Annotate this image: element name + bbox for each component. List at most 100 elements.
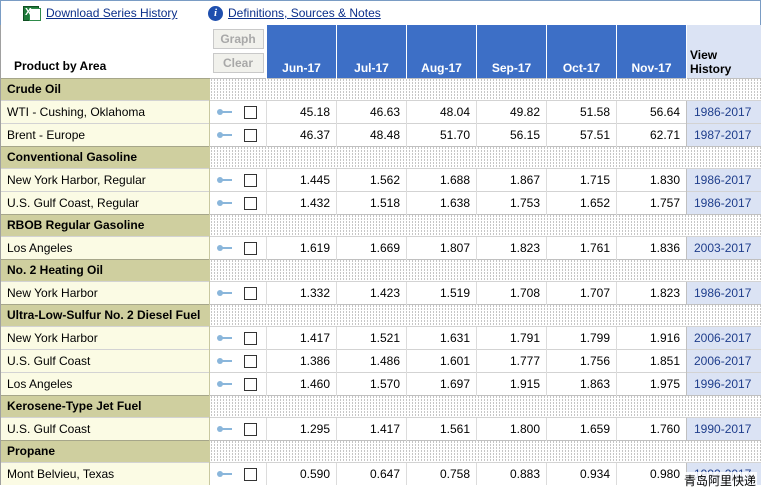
price-value: 1.669: [336, 235, 407, 259]
area-label: Los Angeles: [0, 371, 210, 395]
series-checkbox[interactable]: [244, 241, 257, 255]
key-icon[interactable]: [217, 176, 233, 183]
view-history-link[interactable]: 1986-2017: [686, 99, 761, 123]
key-icon[interactable]: [217, 470, 233, 477]
series-checkbox[interactable]: [244, 354, 257, 368]
view-history-link[interactable]: 1990-2017: [686, 416, 761, 440]
category-label: Crude Oil: [0, 77, 210, 100]
series-checkbox[interactable]: [244, 377, 257, 391]
price-value: 48.04: [406, 99, 477, 123]
category-fill: [209, 258, 761, 281]
price-value: 1.851: [616, 348, 687, 372]
month-header[interactable]: Aug-17: [406, 25, 477, 78]
series-checkbox[interactable]: [244, 128, 257, 142]
key-icon[interactable]: [217, 289, 233, 296]
price-value: 1.708: [476, 280, 547, 304]
price-value: 1.830: [616, 167, 687, 191]
price-value: 1.460: [266, 371, 337, 395]
month-header[interactable]: Nov-17: [616, 25, 687, 78]
month-header[interactable]: Sep-17: [476, 25, 547, 78]
price-value: 1.562: [336, 167, 407, 191]
price-value: 1.777: [476, 348, 547, 372]
key-icon[interactable]: [217, 244, 233, 251]
category-row: No. 2 Heating Oil: [0, 258, 761, 281]
series-checkbox[interactable]: [244, 105, 257, 119]
price-value: 1.836: [616, 235, 687, 259]
category-row: Conventional Gasoline: [0, 145, 761, 168]
view-history-link[interactable]: 2006-2017: [686, 325, 761, 349]
price-value: 56.15: [476, 122, 547, 146]
price-value: 46.37: [266, 122, 337, 146]
category-label: Kerosene-Type Jet Fuel: [0, 394, 210, 417]
clear-button[interactable]: Clear: [212, 53, 264, 73]
area-label: New York Harbor: [0, 280, 210, 304]
category-label: No. 2 Heating Oil: [0, 258, 210, 281]
row-controls: [209, 99, 267, 123]
price-value: 1.791: [476, 325, 547, 349]
download-series-history-link[interactable]: Download Series History: [46, 6, 177, 20]
row-controls: [209, 280, 267, 304]
view-history-link[interactable]: 2003-2017: [686, 235, 761, 259]
category-fill: [209, 145, 761, 168]
key-icon[interactable]: [217, 199, 233, 206]
key-icon[interactable]: [217, 131, 233, 138]
table-row: New York Harbor 1.417 1.521 1.631 1.791 1.799…: [0, 325, 761, 349]
key-icon[interactable]: [217, 357, 233, 364]
key-icon[interactable]: [217, 334, 233, 341]
series-checkbox[interactable]: [244, 196, 257, 210]
price-value: 1.697: [406, 371, 477, 395]
series-checkbox[interactable]: [244, 422, 257, 436]
series-checkbox[interactable]: [244, 331, 257, 345]
category-label: RBOB Regular Gasoline: [0, 213, 210, 236]
price-value: 0.647: [336, 461, 407, 485]
price-value: 49.82: [476, 99, 547, 123]
price-value: 1.417: [266, 325, 337, 349]
view-history-link[interactable]: 2006-2017: [686, 348, 761, 372]
view-history-link[interactable]: 1996-2017: [686, 371, 761, 395]
price-value: 1.601: [406, 348, 477, 372]
month-header[interactable]: Oct-17: [546, 25, 617, 78]
toolbar: Download Series History i Definitions, S…: [0, 0, 761, 26]
category-row: Kerosene-Type Jet Fuel: [0, 394, 761, 417]
price-value: 0.758: [406, 461, 477, 485]
view-history-link[interactable]: 1986-2017: [686, 280, 761, 304]
view-history-link[interactable]: 1986-2017: [686, 190, 761, 214]
row-controls: [209, 167, 267, 191]
area-label: Los Angeles: [0, 235, 210, 259]
area-label: Brent - Europe: [0, 122, 210, 146]
table-row: WTI - Cushing, Oklahoma 45.18 46.63 48.04 49…: [0, 99, 761, 123]
price-value: 1.863: [546, 371, 617, 395]
table-row: New York Harbor 1.332 1.423 1.519 1.708 1.707…: [0, 280, 761, 304]
row-controls: [209, 122, 267, 146]
price-value: 1.915: [476, 371, 547, 395]
key-icon[interactable]: [217, 380, 233, 387]
key-icon[interactable]: [217, 108, 233, 115]
info-icon[interactable]: i: [208, 6, 223, 21]
view-history-link[interactable]: 1986-2017: [686, 167, 761, 191]
series-checkbox[interactable]: [244, 467, 257, 481]
row-controls: [209, 325, 267, 349]
price-value: 1.688: [406, 167, 477, 191]
view-history-header: View History: [686, 25, 761, 78]
price-value: 51.58: [546, 99, 617, 123]
price-value: 0.980: [616, 461, 687, 485]
price-value: 1.761: [546, 235, 617, 259]
view-history-header-line2: History: [690, 61, 732, 76]
price-value: 1.756: [546, 348, 617, 372]
price-value: 1.295: [266, 416, 337, 440]
graph-button[interactable]: Graph: [212, 29, 264, 49]
definitions-sources-notes-link[interactable]: Definitions, Sources & Notes: [228, 6, 381, 20]
category-row: Crude Oil: [0, 77, 761, 100]
price-value: 1.519: [406, 280, 477, 304]
series-checkbox[interactable]: [244, 286, 257, 300]
month-header[interactable]: Jul-17: [336, 25, 407, 78]
key-icon[interactable]: [217, 425, 233, 432]
view-history-link[interactable]: 1987-2017: [686, 122, 761, 146]
price-value: 1.417: [336, 416, 407, 440]
price-value: 0.883: [476, 461, 547, 485]
series-checkbox[interactable]: [244, 173, 257, 187]
excel-icon[interactable]: [23, 6, 41, 21]
month-header[interactable]: Jun-17: [266, 25, 337, 78]
area-label: U.S. Gulf Coast, Regular: [0, 190, 210, 214]
table-row: Los Angeles 1.619 1.669 1.807 1.823 1.761 1.83…: [0, 235, 761, 259]
